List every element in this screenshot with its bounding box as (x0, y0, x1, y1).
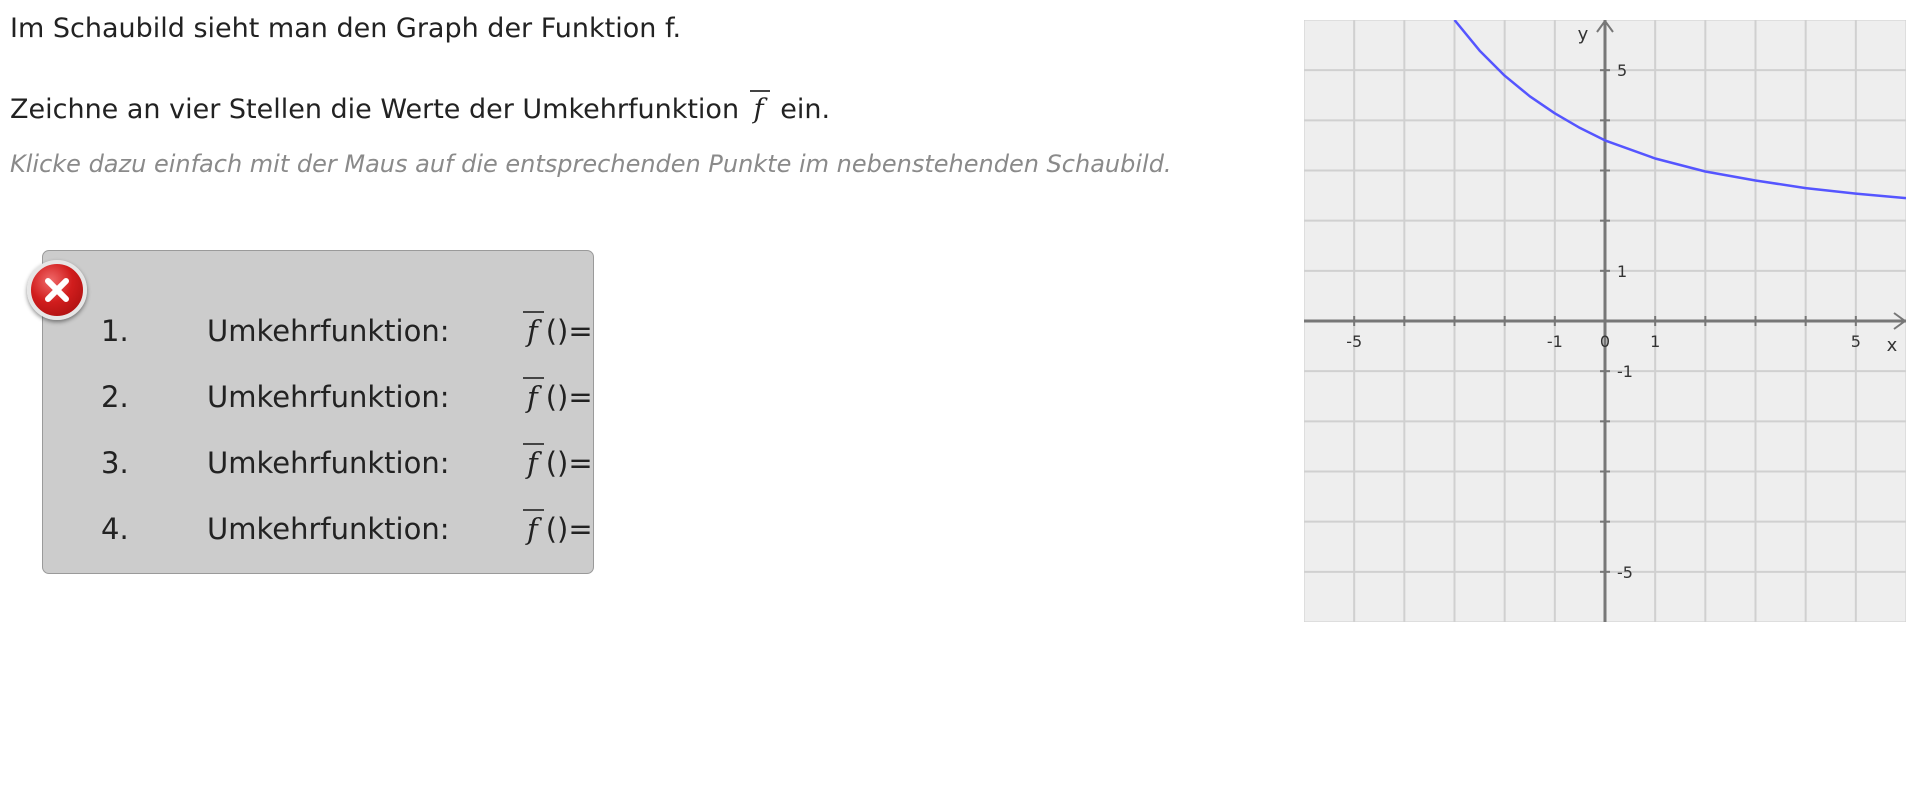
answer-number: 3. (101, 446, 129, 480)
answer-number: 2. (101, 380, 129, 414)
y-tick-label: -5 (1617, 563, 1633, 582)
inverse-function-symbol: f (521, 441, 546, 485)
close-icon (45, 278, 69, 302)
x-tick-label: 0 (1600, 332, 1610, 351)
x-tick-label: 1 (1650, 332, 1660, 351)
answer-expression-value: ()= (545, 446, 593, 480)
answer-label: Umkehrfunktion: (207, 446, 450, 480)
inverse-function-symbol: f (521, 309, 546, 353)
task-text-after: ein. (780, 94, 831, 125)
graph-canvas[interactable]: -5 -1 0 1 5 5 1 -1 -5 x y (1303, 19, 1907, 623)
x-tick-label: -5 (1346, 332, 1362, 351)
inverse-function-symbol: f (748, 88, 772, 132)
hint-text: Klicke dazu einfach mit der Maus auf die… (10, 150, 1172, 178)
answer-number: 4. (101, 512, 129, 546)
y-tick-label: -1 (1617, 362, 1633, 381)
y-tick-label: 5 (1617, 61, 1627, 80)
x-tick-label: 5 (1851, 332, 1861, 351)
task-text: Zeichne an vier Stellen die Werte der Um… (10, 88, 830, 132)
answer-expression-value: ()= (545, 380, 593, 414)
answer-expression: f ()= (521, 441, 593, 485)
y-tick-label: 1 (1617, 262, 1627, 281)
x-tick-label: -1 (1547, 332, 1563, 351)
answer-expression: f ()= (521, 309, 593, 353)
inverse-function-symbol: f (521, 507, 546, 551)
y-axis-label: y (1578, 24, 1589, 45)
answer-number: 1. (101, 314, 129, 348)
answer-label: Umkehrfunktion: (207, 512, 450, 546)
answer-expression: f ()= (521, 507, 593, 551)
exercise-page: Im Schaubild sieht man den Graph der Fun… (0, 0, 1920, 810)
answer-expression-value: ()= (545, 512, 593, 546)
x-axis-label: x (1887, 335, 1898, 356)
answer-expression-value: ()= (545, 314, 593, 348)
answer-label: Umkehrfunktion: (207, 380, 450, 414)
function-graph[interactable]: -5 -1 0 1 5 5 1 -1 -5 x y (1303, 19, 1907, 623)
close-button[interactable] (27, 260, 87, 320)
intro-text: Im Schaubild sieht man den Graph der Fun… (10, 13, 682, 44)
answer-expression: f ()= (521, 375, 593, 419)
answer-box: 1. Umkehrfunktion: f ()= 2. Umkehrfunktio… (42, 250, 594, 574)
answer-label: Umkehrfunktion: (207, 314, 450, 348)
task-text-before: Zeichne an vier Stellen die Werte der Um… (10, 94, 740, 125)
inverse-function-symbol: f (521, 375, 546, 419)
